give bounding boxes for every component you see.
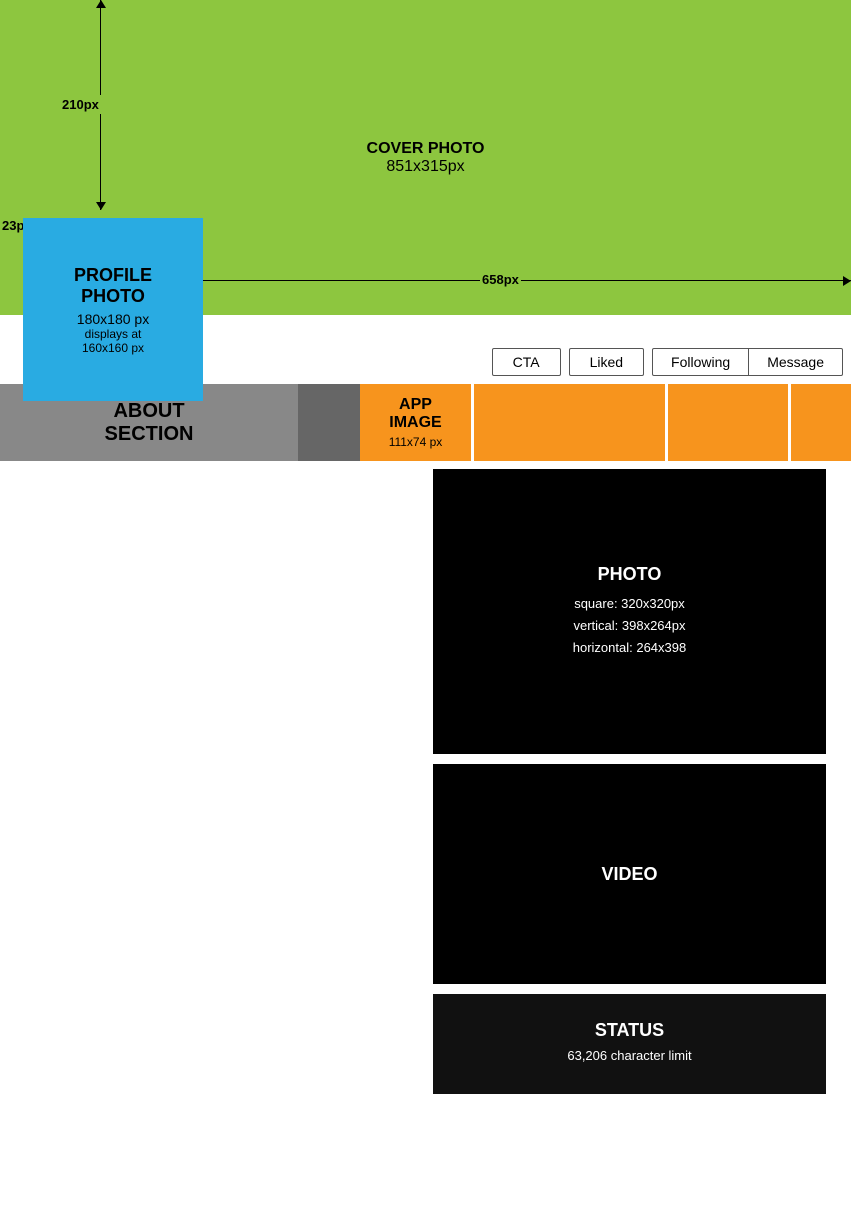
app-image-title-line1: APP — [399, 396, 432, 413]
width-label: 658px — [480, 270, 521, 289]
height-arrow-top — [96, 0, 106, 8]
orange-box-1 — [474, 384, 665, 461]
following-button-part[interactable]: Following — [653, 349, 749, 375]
photo-box-square: square: 320x320px — [574, 593, 685, 615]
following-message-button[interactable]: Following Message — [652, 348, 843, 376]
app-image-title: APP IMAGE — [389, 396, 441, 431]
profile-photo-block: PROFILE PHOTO 180x180 px displays at 160… — [23, 218, 203, 401]
app-image-cell: APP IMAGE 111x74 px — [360, 384, 471, 461]
profile-photo-size: 180x180 px — [77, 311, 149, 327]
cta-button[interactable]: CTA — [492, 348, 561, 376]
below-cover: CTA Liked Following Message ABOUT SECTIO… — [0, 340, 851, 1111]
status-box-title: STATUS — [595, 1020, 664, 1041]
status-box-desc: 63,206 character limit — [567, 1045, 691, 1067]
about-label-line1: ABOUT — [113, 400, 184, 422]
photo-box-title: PHOTO — [598, 564, 662, 585]
height-arrow-bottom — [96, 202, 106, 210]
video-box-title: VIDEO — [601, 864, 657, 885]
cover-photo-label: COVER PHOTO 851x315px — [367, 140, 485, 176]
width-arrow-line — [193, 280, 851, 281]
main-content-area: PHOTO square: 320x320px vertical: 398x26… — [0, 461, 851, 1111]
orange-box-2 — [668, 384, 788, 461]
nav-spacer-cell — [298, 384, 360, 461]
page-wrapper: COVER PHOTO 851x315px 210px 658px 23px P… — [0, 0, 851, 1111]
video-box: VIDEO — [433, 764, 826, 984]
profile-photo-title-line2: PHOTO — [81, 286, 145, 307]
photo-box: PHOTO square: 320x320px vertical: 398x26… — [433, 469, 826, 754]
cover-section: COVER PHOTO 851x315px 210px 658px 23px P… — [0, 0, 851, 340]
about-label-line2: SECTION — [105, 423, 194, 445]
profile-photo-display-size: 160x160 px — [82, 341, 144, 355]
cover-photo-dimensions: 851x315px — [367, 158, 485, 176]
width-arrow-right — [843, 276, 851, 286]
orange-box-3 — [791, 384, 851, 461]
app-image-size: 111x74 px — [389, 435, 443, 449]
liked-button[interactable]: Liked — [569, 348, 644, 376]
main-left-panel — [0, 461, 425, 1111]
main-right-panel: PHOTO square: 320x320px vertical: 398x26… — [425, 461, 851, 1111]
status-box: STATUS 63,206 character limit — [433, 994, 826, 1094]
app-image-title-line2: IMAGE — [389, 414, 441, 431]
message-button-part[interactable]: Message — [749, 349, 842, 375]
profile-photo-title-line1: PROFILE — [74, 265, 152, 286]
photo-box-vertical: vertical: 398x264px — [573, 615, 685, 637]
cover-photo-title: COVER PHOTO — [367, 140, 485, 158]
profile-photo-display-label: displays at — [85, 327, 142, 341]
height-label: 210px — [60, 95, 101, 114]
photo-box-horizontal: horizontal: 264x398 — [573, 637, 686, 659]
about-section-label: ABOUT SECTION — [105, 400, 194, 446]
